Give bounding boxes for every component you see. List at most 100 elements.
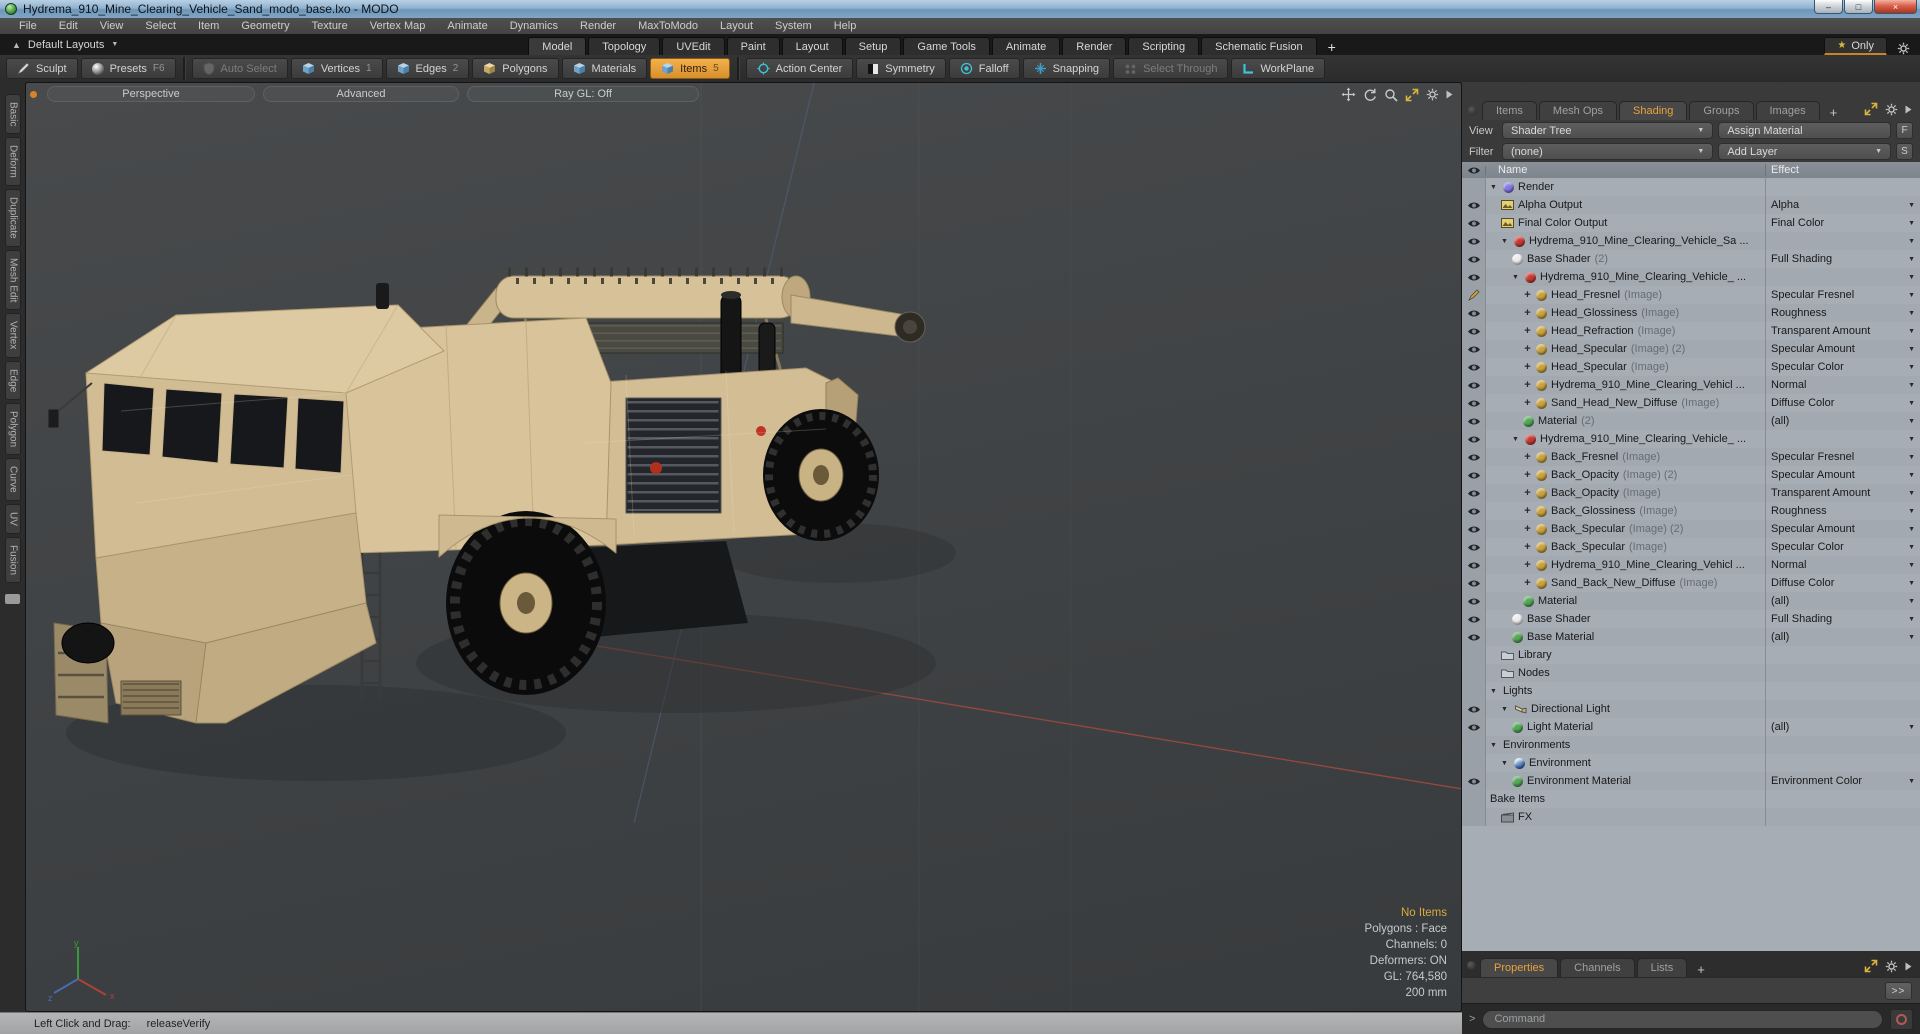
effect-cell[interactable]: (all) ▼ (1765, 628, 1920, 646)
expand-plus-icon[interactable]: + (1523, 307, 1532, 319)
tree-row[interactable]: Library (1462, 646, 1920, 664)
close-button[interactable]: × (1874, 0, 1917, 14)
expand-plus-icon[interactable]: + (1523, 487, 1532, 499)
visibility-eye-icon[interactable] (1462, 700, 1486, 718)
effect-cell[interactable]: Transparent Amount ▼ (1765, 484, 1920, 502)
left-tab-polygon[interactable]: Polygon (4, 403, 21, 456)
menu-item-view[interactable]: View (89, 18, 135, 34)
tree-row[interactable]: + Back_Glossiness (Image) Roughness ▼ (1462, 502, 1920, 520)
visibility-eye-icon[interactable] (1462, 376, 1486, 394)
effect-dropdown-icon[interactable]: ▼ (1908, 256, 1915, 263)
effect-dropdown-icon[interactable]: ▼ (1908, 616, 1915, 623)
expand-plus-icon[interactable]: + (1523, 541, 1532, 553)
effect-cell[interactable]: Specular Amount ▼ (1765, 520, 1920, 538)
menu-item-render[interactable]: Render (569, 18, 627, 34)
expand-plus-icon[interactable]: + (1523, 505, 1532, 517)
panel-arrow-icon[interactable] (1905, 959, 1912, 973)
menu-item-geometry[interactable]: Geometry (230, 18, 300, 34)
menu-item-layout[interactable]: Layout (709, 18, 764, 34)
tree-row[interactable]: ▼ Environment (1462, 754, 1920, 772)
maximize-icon[interactable] (1864, 959, 1878, 973)
tree-row[interactable]: + Head_Refraction (Image) Transparent Amoun… (1462, 322, 1920, 340)
layout-tab-schematic-fusion[interactable]: Schematic Fusion (1201, 37, 1317, 55)
visibility-eye-icon[interactable] (1462, 628, 1486, 646)
add-bottom-tab-button[interactable]: + (1689, 962, 1713, 977)
menu-item-maxtomodo[interactable]: MaxToModo (627, 18, 709, 34)
tree-row[interactable]: Base Material (all) ▼ (1462, 628, 1920, 646)
visibility-eye-icon[interactable] (1462, 358, 1486, 376)
panel-tab-items[interactable]: Items (1482, 101, 1537, 120)
zoom-icon[interactable] (1384, 88, 1398, 102)
tree-row[interactable]: ▼ Environments (1462, 736, 1920, 754)
effect-cell[interactable] (1765, 646, 1920, 664)
effect-cell[interactable]: Roughness ▼ (1765, 304, 1920, 322)
panel-arrow-icon[interactable] (1446, 90, 1453, 99)
effect-cell[interactable]: Transparent Amount ▼ (1765, 322, 1920, 340)
toolbar-sculpt-button[interactable]: Sculpt (6, 58, 78, 79)
toolbar-presets-button[interactable]: Presets F6 (80, 58, 176, 79)
expand-plus-icon[interactable]: + (1523, 379, 1532, 391)
add-layer-dropdown[interactable]: Add Layer ▼ (1718, 143, 1891, 160)
effect-cell[interactable] (1765, 682, 1920, 700)
visibility-eye-icon[interactable] (1462, 322, 1486, 340)
expand-plus-icon[interactable]: + (1523, 397, 1532, 409)
expand-plus-icon[interactable]: + (1523, 343, 1532, 355)
effect-cell[interactable]: ▼ (1765, 430, 1920, 448)
menu-item-texture[interactable]: Texture (301, 18, 359, 34)
toolbar-symmetry-button[interactable]: Symmetry (856, 58, 946, 79)
menu-item-system[interactable]: System (764, 18, 823, 34)
maximize-icon[interactable] (1405, 88, 1419, 102)
effect-dropdown-icon[interactable]: ▼ (1908, 724, 1915, 731)
expand-plus-icon[interactable]: + (1523, 325, 1532, 337)
menu-item-vertex-map[interactable]: Vertex Map (359, 18, 437, 34)
tree-row[interactable]: Light Material (all) ▼ (1462, 718, 1920, 736)
expander-icon[interactable]: ▼ (1512, 436, 1521, 443)
menu-item-item[interactable]: Item (187, 18, 230, 34)
effect-dropdown-icon[interactable]: ▼ (1908, 562, 1915, 569)
layout-tab-game-tools[interactable]: Game Tools (903, 37, 990, 55)
effect-cell[interactable]: Normal ▼ (1765, 556, 1920, 574)
tree-row[interactable]: Alpha Output Alpha ▼ (1462, 196, 1920, 214)
visibility-eye-icon[interactable] (1462, 466, 1486, 484)
left-tab-vertex[interactable]: Vertex (4, 313, 21, 358)
visibility-eye-icon[interactable] (1462, 538, 1486, 556)
effect-dropdown-icon[interactable]: ▼ (1908, 400, 1915, 407)
visibility-eye-icon[interactable] (1462, 448, 1486, 466)
tree-row[interactable]: ▼ Hydrema_910_Mine_Clearing_Vehicle_ ... ▼ (1462, 268, 1920, 286)
tree-row[interactable]: ▼ Render (1462, 178, 1920, 196)
effect-dropdown-icon[interactable]: ▼ (1908, 490, 1915, 497)
gear-icon[interactable] (1426, 88, 1439, 101)
effect-cell[interactable]: Diffuse Color ▼ (1765, 574, 1920, 592)
left-tab-basic[interactable]: Basic (4, 94, 21, 135)
tree-row[interactable]: + Back_Fresnel (Image) Specular Fresnel ▼ (1462, 448, 1920, 466)
visibility-eye-icon[interactable] (1462, 430, 1486, 448)
visibility-eye-icon[interactable] (1462, 304, 1486, 322)
tree-row[interactable]: Base Shader Full Shading ▼ (1462, 610, 1920, 628)
menu-item-help[interactable]: Help (823, 18, 868, 34)
paint-indicator-icon[interactable] (1462, 286, 1486, 304)
toolbar-vertices-button[interactable]: Vertices 1 (290, 58, 383, 79)
view-mode-dropdown[interactable]: Shader Tree ▼ (1502, 122, 1714, 139)
effect-dropdown-icon[interactable]: ▼ (1908, 544, 1915, 551)
expand-plus-icon[interactable]: + (1523, 523, 1532, 535)
panel-widget-icon[interactable] (1468, 106, 1477, 115)
left-tab-curve[interactable]: Curve (4, 458, 21, 501)
expand-plus-icon[interactable]: + (1523, 361, 1532, 373)
maximize-icon[interactable] (1864, 102, 1878, 116)
effect-cell[interactable] (1765, 700, 1920, 718)
layout-tab-uvedit[interactable]: UVEdit (662, 37, 725, 55)
tree-row[interactable]: ▼ Lights (1462, 682, 1920, 700)
effect-cell[interactable]: Specular Color ▼ (1765, 358, 1920, 376)
tree-row[interactable]: Bake Items (1462, 790, 1920, 808)
effect-cell[interactable] (1765, 664, 1920, 682)
filter-dropdown[interactable]: (none) ▼ (1502, 143, 1714, 160)
visibility-eye-icon[interactable] (1462, 574, 1486, 592)
effect-dropdown-icon[interactable]: ▼ (1908, 580, 1915, 587)
effect-cell[interactable]: Specular Amount ▼ (1765, 466, 1920, 484)
panel-arrow-icon[interactable] (1905, 102, 1912, 116)
menu-item-edit[interactable]: Edit (48, 18, 89, 34)
expander-icon[interactable]: ▼ (1490, 688, 1499, 695)
visibility-eye-icon[interactable] (1462, 520, 1486, 538)
viewport-perspective-button[interactable]: Perspective (47, 86, 255, 102)
left-tab-edge[interactable]: Edge (4, 360, 21, 401)
